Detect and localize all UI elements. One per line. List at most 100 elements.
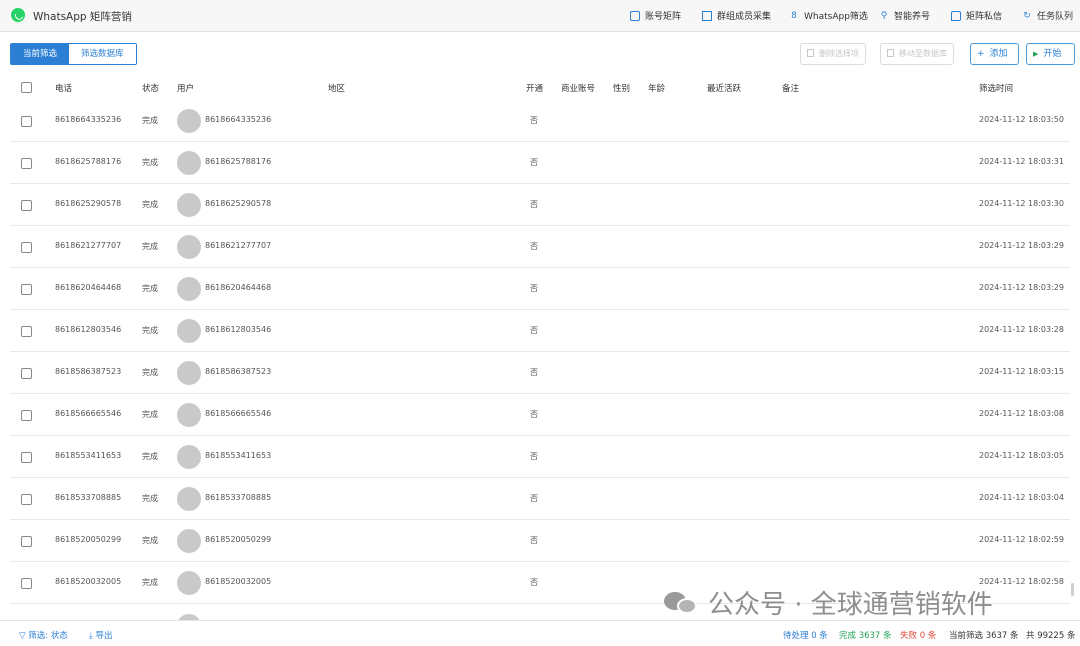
phone-cell: 8618533708885 [55, 493, 122, 502]
row-checkbox[interactable] [21, 578, 32, 589]
col-status[interactable]: 状态 [142, 82, 159, 94]
user-cell: 8618621277707 [205, 241, 272, 250]
tab-current-filter[interactable]: 当前筛选 [11, 44, 70, 64]
phone-cell: 8618625788176 [55, 157, 122, 166]
row-checkbox[interactable] [21, 116, 32, 127]
status-cell: 完成 [142, 326, 158, 335]
row-checkbox[interactable] [21, 242, 32, 253]
vertical-scrollbar[interactable] [1071, 583, 1074, 596]
phone-cell: 8618520032005 [55, 577, 122, 586]
button-label: 移动至数据库 [899, 49, 947, 58]
status-cell: 完成 [142, 158, 158, 167]
col-business[interactable]: 商业账号 [561, 82, 595, 94]
table-row[interactable]: 8618625788176 完成 8618625788176 否 2024-11… [10, 142, 1070, 184]
phone-cell: 8618612803546 [55, 325, 122, 334]
status-cell: 完成 [142, 116, 158, 125]
failed-count: 失败 0 条 [900, 631, 937, 641]
row-checkbox[interactable] [21, 158, 32, 169]
col-region[interactable]: 地区 [328, 82, 345, 94]
export-label: 导出 [95, 631, 113, 641]
tab-filter-database[interactable]: 筛选数据库 [69, 44, 136, 64]
start-button[interactable]: ▶ 开始 [1026, 43, 1075, 65]
select-all-checkbox[interactable] [21, 82, 32, 93]
filter-status-label: 筛选: 状态 [28, 631, 68, 641]
nav-label: 任务队列 [1037, 12, 1074, 22]
row-checkbox[interactable] [21, 368, 32, 379]
user-cell: 8618664335236 [205, 115, 272, 124]
user-cell: 8618612803546 [205, 325, 272, 334]
table-row[interactable]: 8618566665546 完成 8618566665546 否 2024-11… [10, 394, 1070, 436]
nav-smart-nurture[interactable]: ⚲ 智能养号 [879, 9, 930, 23]
table-row[interactable]: 8618620464468 完成 8618620464468 否 2024-11… [10, 268, 1070, 310]
table-row[interactable]: 8618533708885 完成 8618533708885 否 2024-11… [10, 478, 1070, 520]
time-cell: 2024-11-12 18:03:50 [979, 115, 1064, 124]
row-checkbox[interactable] [21, 284, 32, 295]
add-button[interactable]: + 添加 [970, 43, 1019, 65]
table-row[interactable]: 8618621277707 完成 8618621277707 否 2024-11… [10, 226, 1070, 268]
col-phone[interactable]: 电话 [55, 82, 72, 94]
time-cell: 2024-11-12 18:03:29 [979, 283, 1064, 292]
plus-icon: + [977, 49, 985, 59]
user-cell: 8618520050299 [205, 535, 272, 544]
time-cell: 2024-11-12 18:03:15 [979, 367, 1064, 376]
time-cell: 2024-11-12 18:03:28 [979, 325, 1064, 334]
col-gender[interactable]: 性别 [613, 82, 630, 94]
nav-group-collect[interactable]: 群组成员采集 [702, 9, 771, 22]
opened-cell: 否 [530, 116, 538, 125]
row-checkbox[interactable] [21, 536, 32, 547]
avatar [177, 361, 201, 385]
move-to-database-button[interactable]: 移动至数据库 [880, 43, 954, 65]
row-checkbox[interactable] [21, 410, 32, 421]
col-opened[interactable]: 开通 [526, 82, 543, 94]
table-row[interactable]: 8618553411653 完成 8618553411653 否 2024-11… [10, 436, 1070, 478]
table-row[interactable]: 8618664335236 完成 8618664335236 否 2024-11… [10, 100, 1070, 142]
time-cell: 2024-11-12 18:02:59 [979, 535, 1064, 544]
filter-funnel-icon: ▽ [19, 631, 26, 641]
play-icon: ▶ [1033, 50, 1039, 58]
button-label: 添加 [989, 49, 1008, 59]
nav-whatsapp-filter[interactable]: 8 WhatsApp筛选 [789, 9, 868, 23]
wechat-logo-icon [664, 588, 700, 616]
col-filter-time[interactable]: 筛选时间 [979, 82, 1013, 94]
col-age[interactable]: 年龄 [648, 82, 665, 94]
avatar [177, 151, 201, 175]
col-note[interactable]: 备注 [782, 82, 799, 94]
nav-label: WhatsApp筛选 [804, 12, 868, 22]
remove-selected-button[interactable]: 删除选择项 [800, 43, 866, 65]
time-cell: 2024-11-12 18:03:08 [979, 409, 1064, 418]
row-checkbox[interactable] [21, 200, 32, 211]
opened-cell: 否 [530, 536, 538, 545]
filter-icon: 8 [791, 10, 797, 21]
avatar [177, 109, 201, 133]
status-bar: ▽ 筛选: 状态 ⤓ 导出 待处理 0 条 完成 3637 条 失败 0 条 当… [0, 620, 1080, 646]
avatar [177, 319, 201, 343]
table-row[interactable]: 8618625290578 完成 8618625290578 否 2024-11… [10, 184, 1070, 226]
table-row[interactable]: 8618520050299 完成 8618520050299 否 2024-11… [10, 520, 1070, 562]
table-header: 电话 状态 用户 地区 开通 商业账号 性别 年龄 最近活跃 备注 筛选时间 [10, 76, 1070, 100]
view-tabs: 当前筛选 筛选数据库 [10, 43, 137, 65]
row-checkbox[interactable] [21, 326, 32, 337]
nav-task-queue[interactable]: ↻ 任务队列 [1022, 9, 1074, 23]
nav-matrix-message[interactable]: 矩阵私信 [951, 9, 1002, 22]
opened-cell: 否 [530, 200, 538, 209]
col-last-active[interactable]: 最近活跃 [707, 82, 741, 94]
col-user[interactable]: 用户 [177, 82, 194, 94]
time-cell: 2024-11-12 18:03:30 [979, 199, 1064, 208]
nav-account-matrix[interactable]: 账号矩阵 [630, 9, 681, 22]
opened-cell: 否 [530, 326, 538, 335]
status-cell: 完成 [142, 536, 158, 545]
avatar [177, 487, 201, 511]
time-cell: 2024-11-12 18:03:05 [979, 451, 1064, 460]
status-cell: 完成 [142, 368, 158, 377]
row-checkbox[interactable] [21, 494, 32, 505]
table-row[interactable]: 8618586387523 完成 8618586387523 否 2024-11… [10, 352, 1070, 394]
status-cell: 完成 [142, 200, 158, 209]
export-button[interactable]: ⤓ 导出 [89, 629, 112, 641]
table-row[interactable]: 8618612803546 完成 8618612803546 否 2024-11… [10, 310, 1070, 352]
opened-cell: 否 [530, 410, 538, 419]
avatar [177, 235, 201, 259]
filter-status-button[interactable]: ▽ 筛选: 状态 [19, 629, 68, 641]
group-collect-icon [702, 10, 712, 21]
row-checkbox[interactable] [21, 452, 32, 463]
time-cell: 2024-11-12 18:03:04 [979, 493, 1064, 502]
